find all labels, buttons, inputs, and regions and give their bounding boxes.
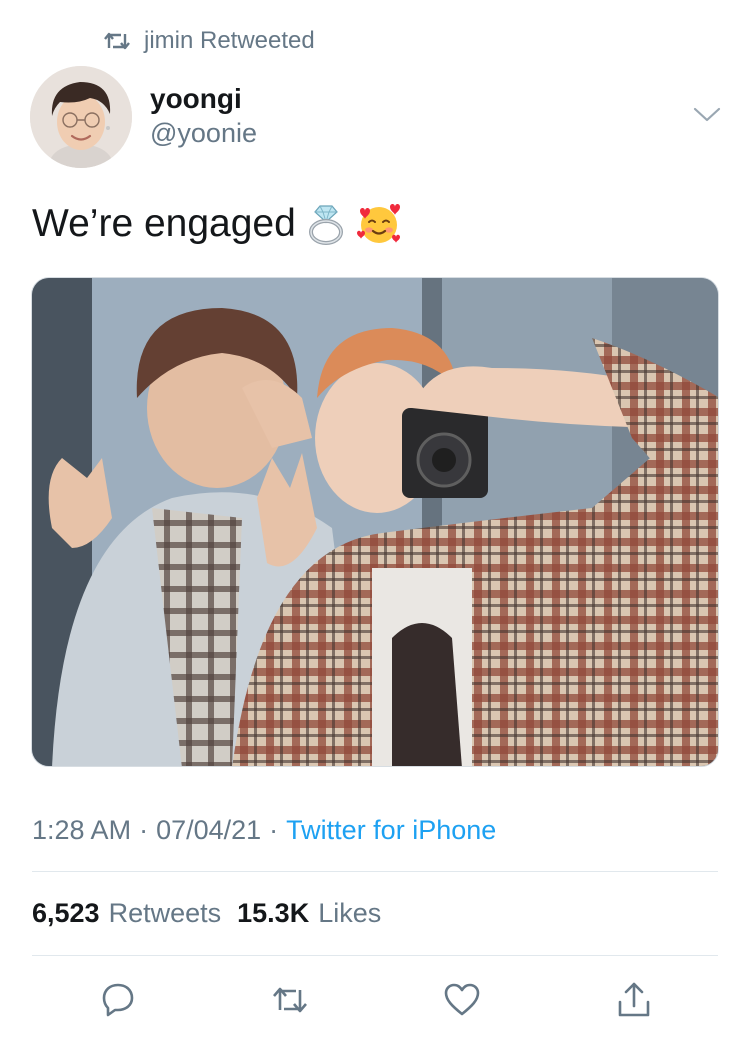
smiling-face-with-hearts-icon bbox=[356, 201, 402, 247]
handle[interactable]: @yoonie bbox=[150, 116, 257, 150]
meta-separator: · bbox=[269, 815, 279, 845]
tweet-metadata: 1:28 AM · 07/04/21 · Twitter for iPhone bbox=[32, 812, 496, 848]
retweets-stat[interactable]: 6,523 Retweets bbox=[32, 895, 221, 931]
avatar-image bbox=[30, 66, 132, 168]
tweet-date: 07/04/21 bbox=[156, 815, 262, 845]
author-block[interactable]: yoongi @yoonie bbox=[150, 82, 257, 150]
likes-label: Likes bbox=[318, 898, 382, 928]
retweet-icon[interactable] bbox=[268, 978, 312, 1022]
meta-separator: · bbox=[139, 815, 149, 845]
avatar[interactable] bbox=[30, 66, 132, 168]
tweet-stats: 6,523 Retweets 15.3K Likes bbox=[32, 895, 387, 931]
reply-icon[interactable] bbox=[96, 978, 140, 1022]
likes-stat[interactable]: 15.3K Likes bbox=[237, 895, 381, 931]
retweets-count: 6,523 bbox=[32, 898, 100, 928]
retweet-context[interactable]: jimin Retweeted bbox=[104, 26, 315, 56]
tweet-time: 1:28 AM bbox=[32, 815, 132, 845]
retweet-icon bbox=[104, 32, 130, 50]
retweet-context-text: jimin Retweeted bbox=[144, 27, 315, 54]
divider bbox=[32, 955, 718, 956]
like-icon[interactable] bbox=[440, 978, 484, 1022]
action-bar bbox=[0, 978, 750, 1022]
chevron-down-icon[interactable] bbox=[692, 104, 722, 126]
tweet-text: We’re engaged bbox=[32, 200, 402, 248]
divider bbox=[32, 871, 718, 872]
likes-count: 15.3K bbox=[237, 898, 310, 928]
tweet-photo[interactable] bbox=[31, 277, 719, 767]
share-icon[interactable] bbox=[612, 978, 656, 1022]
tweet-source-link[interactable]: Twitter for iPhone bbox=[286, 812, 496, 848]
retweets-label: Retweets bbox=[108, 898, 222, 928]
ring-emoji-icon bbox=[304, 202, 348, 246]
tweet-text-body: We’re engaged bbox=[32, 202, 296, 245]
display-name[interactable]: yoongi bbox=[150, 82, 257, 116]
tweet-detail: jimin Retweeted yoongi @yoonie We’re eng… bbox=[0, 0, 750, 1044]
photo-image bbox=[32, 278, 718, 766]
